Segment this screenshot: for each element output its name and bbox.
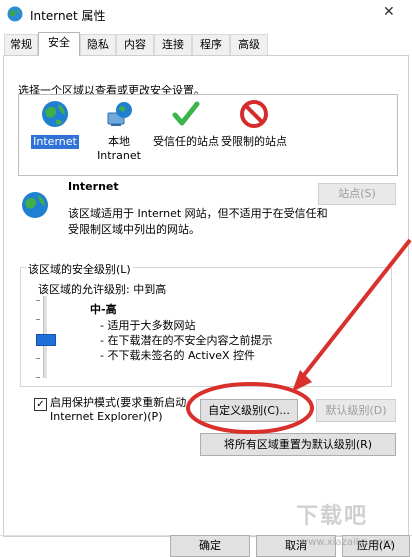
internet-options-icon bbox=[7, 6, 23, 22]
sites-button[interactable]: 站点(S) bbox=[318, 183, 396, 205]
tab-advanced[interactable]: 高级 bbox=[230, 34, 268, 55]
zone-label: Internet bbox=[31, 135, 79, 149]
security-slider-thumb[interactable] bbox=[36, 334, 56, 346]
globe-icon bbox=[22, 192, 48, 218]
slider-tick bbox=[36, 300, 40, 301]
zone-local-intranet[interactable]: 本地 Intranet bbox=[91, 99, 147, 163]
tab-security[interactable]: 安全 bbox=[38, 32, 80, 56]
protected-mode-line1: 启用保护模式(要求重新启动 bbox=[50, 396, 187, 409]
tab-content[interactable]: 内容 bbox=[116, 34, 154, 55]
zone-name: Internet bbox=[68, 180, 119, 193]
slider-tick bbox=[36, 358, 40, 359]
globe-icon bbox=[42, 101, 68, 127]
tab-privacy[interactable]: 隐私 bbox=[80, 34, 116, 55]
tab-general[interactable]: 常规 bbox=[4, 34, 38, 55]
zone-list: Internet 本地 Intranet 受信任的站点 受限制的站点 bbox=[18, 94, 398, 176]
zone-label: 受信任的站点 bbox=[153, 135, 219, 148]
slider-tick bbox=[36, 377, 40, 378]
watermark-logo: 下载吧 bbox=[296, 504, 369, 529]
level-name: 中-高 bbox=[90, 303, 117, 316]
protected-mode-checkbox[interactable]: ✓ bbox=[34, 398, 47, 411]
zone-label: 受限制的站点 bbox=[221, 135, 287, 148]
security-level-title: 该区域的安全级别(L) bbox=[26, 261, 133, 277]
zone-description: 该区域适用于 Internet 网站，但不适用于在受信任和受限制区域中列出的网站… bbox=[68, 207, 328, 236]
zone-label: 本地 Intranet bbox=[97, 135, 141, 162]
reset-all-zones-button[interactable]: 将所有区域重置为默认级别(R) bbox=[200, 433, 396, 456]
tab-connections[interactable]: 连接 bbox=[154, 34, 192, 55]
ok-button[interactable]: 确定 bbox=[170, 535, 250, 557]
level-details: - 适用于大多数网站 - 在下载潜在的不安全内容之前提示 - 不下载未签名的 A… bbox=[100, 318, 272, 363]
window-title: Internet 属性 bbox=[30, 9, 106, 23]
allowed-levels: 该区域的允许级别: 中到高 bbox=[38, 283, 167, 296]
default-level-button[interactable]: 默认级别(D) bbox=[316, 399, 396, 422]
level-detail: - 不下载未签名的 ActiveX 控件 bbox=[100, 349, 256, 362]
level-detail: - 适用于大多数网站 bbox=[100, 319, 196, 332]
tab-programs[interactable]: 程序 bbox=[192, 34, 230, 55]
close-icon[interactable]: ✕ bbox=[383, 4, 395, 20]
zone-restricted-sites[interactable]: 受限制的站点 bbox=[219, 99, 289, 149]
level-detail: - 在下载潜在的不安全内容之前提示 bbox=[100, 334, 273, 347]
tab-strip: 常规 安全 隐私 内容 连接 程序 高级 bbox=[0, 32, 412, 56]
watermark-url: www.xiazaiba.com bbox=[300, 537, 393, 548]
custom-level-button[interactable]: 自定义级别(C)... bbox=[200, 399, 298, 422]
protected-mode-label: 启用保护模式(要求重新启动 Internet Explorer)(P) bbox=[50, 396, 186, 424]
protected-mode-line2: Internet Explorer)(P) bbox=[50, 410, 163, 423]
intranet-icon bbox=[107, 102, 132, 126]
slider-tick bbox=[36, 319, 40, 320]
zone-internet[interactable]: Internet bbox=[27, 99, 83, 149]
check-icon bbox=[172, 101, 200, 126]
zone-trusted-sites[interactable]: 受信任的站点 bbox=[151, 99, 221, 149]
restricted-icon bbox=[240, 100, 268, 128]
